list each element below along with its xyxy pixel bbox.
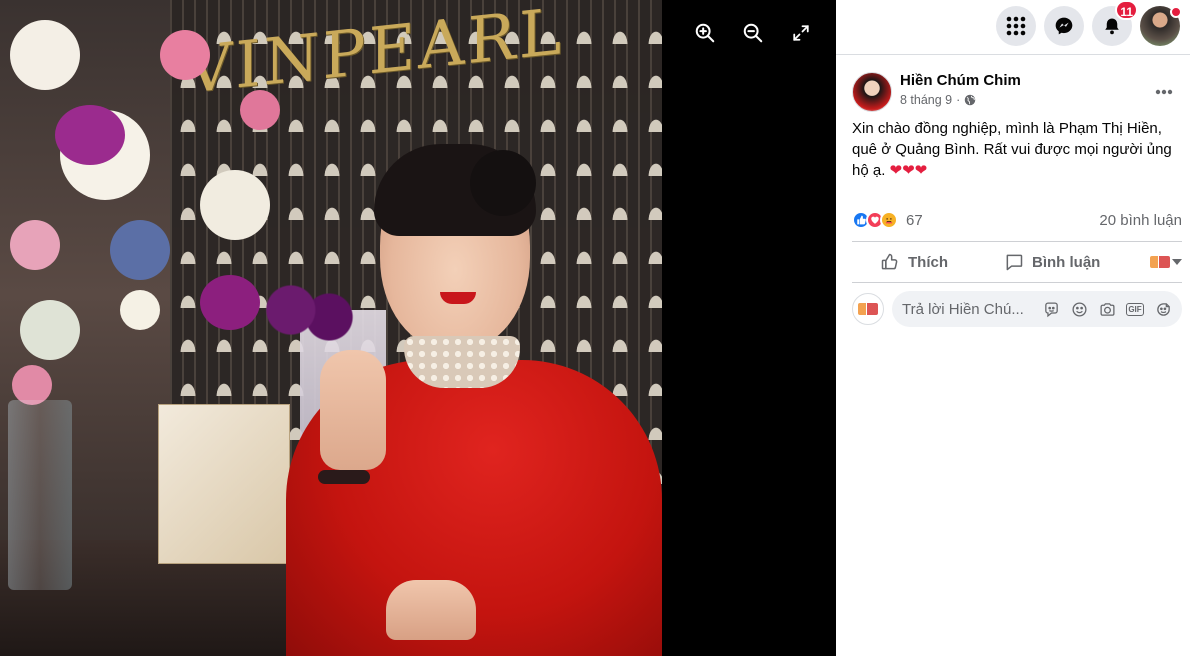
meta-separator: · <box>956 93 961 107</box>
emoji-button[interactable] <box>1070 300 1088 318</box>
account-status-dot <box>1170 6 1182 18</box>
post-emoji: ❤❤❤ <box>889 162 928 179</box>
page-logo-icon <box>858 303 878 315</box>
photo-viewer: VINPEARL <box>0 0 836 656</box>
post-meta: 8 tháng 9 · <box>900 93 976 107</box>
commenter-avatar[interactable] <box>852 293 884 325</box>
reply-composer: GIF <box>852 290 1182 328</box>
top-bar: 11 <box>836 0 1190 55</box>
post-actions: Thích Bình luận <box>852 241 1182 283</box>
photo-box <box>158 404 290 564</box>
comment-icon <box>1006 254 1023 271</box>
author-name[interactable]: Hiền Chúm Chim <box>900 72 1021 89</box>
comment-count[interactable]: 20 bình luận <box>1099 212 1182 229</box>
post-header: Hiền Chúm Chim 8 tháng 9 · <box>852 70 1182 114</box>
post-date[interactable]: 8 tháng 9 <box>900 93 952 107</box>
messenger-icon <box>1055 17 1073 35</box>
thumbs-up-icon <box>881 253 898 270</box>
care-reaction-icon <box>880 211 898 229</box>
grid-menu-icon <box>1006 16 1026 36</box>
bell-icon <box>1105 18 1119 35</box>
like-label: Thích <box>908 253 948 271</box>
reactions-bar: 67 20 bình luận <box>852 208 1182 232</box>
post-text: Xin chào đồng nghiệp, mình là Phạm Thị H… <box>852 118 1182 181</box>
photo-person-bun <box>470 150 536 216</box>
sticker-icon <box>1156 302 1170 316</box>
reaction-count[interactable]: 67 <box>906 212 923 229</box>
photo-person-hand <box>320 350 386 470</box>
smiley-icon <box>1071 301 1087 317</box>
reaction-icons[interactable] <box>852 211 898 229</box>
more-dots-icon <box>1155 89 1173 95</box>
camera-icon <box>1099 302 1115 316</box>
post-side-panel: 11 Hiền Chúm Chim 8 tháng 9 · Xin chào đ… <box>836 0 1190 656</box>
photo-orchid <box>262 282 358 352</box>
post-photo[interactable]: VINPEARL <box>0 0 662 656</box>
reply-input[interactable] <box>902 300 1042 318</box>
sticker-comment-button[interactable] <box>1042 300 1060 318</box>
photo-comment-button[interactable] <box>1098 300 1116 318</box>
notification-badge: 11 <box>1115 0 1138 20</box>
messenger-button[interactable] <box>1044 6 1084 46</box>
account-avatar[interactable] <box>1140 6 1182 46</box>
page-logo-icon <box>1150 256 1170 268</box>
photo-bracelet <box>318 470 370 484</box>
gif-icon: GIF <box>1126 302 1144 316</box>
reply-tools: GIF <box>1042 300 1172 318</box>
globe-icon <box>965 94 976 106</box>
fullscreen-button[interactable] <box>786 20 816 46</box>
comment-button[interactable]: Bình luận <box>1004 252 1100 272</box>
sticker-button[interactable] <box>1154 300 1172 318</box>
author-avatar[interactable] <box>852 72 892 112</box>
post-options-button[interactable] <box>1148 76 1180 108</box>
notifications-button[interactable]: 11 <box>1092 0 1138 46</box>
photo-bouquet <box>0 0 330 420</box>
viewer-toolbar <box>690 20 816 46</box>
top-actions: 11 <box>996 0 1182 46</box>
fullscreen-icon <box>793 25 809 41</box>
zoom-in-icon <box>695 23 715 43</box>
act-as-selector[interactable] <box>1150 256 1182 268</box>
photo-pearl-collar <box>404 336 520 388</box>
gif-button[interactable]: GIF <box>1126 300 1144 318</box>
caret-down-icon <box>1172 259 1182 265</box>
reply-box: GIF <box>892 291 1182 327</box>
photo-person-hand-lower <box>386 580 476 640</box>
zoom-out-button[interactable] <box>738 20 768 46</box>
menu-button[interactable] <box>996 6 1036 46</box>
zoom-out-icon <box>743 23 763 43</box>
comment-label: Bình luận <box>1032 253 1101 271</box>
like-button[interactable]: Thích <box>880 252 948 272</box>
photo-vase <box>8 400 72 590</box>
avatar-sticker-icon <box>1044 301 1058 317</box>
zoom-in-button[interactable] <box>690 20 720 46</box>
